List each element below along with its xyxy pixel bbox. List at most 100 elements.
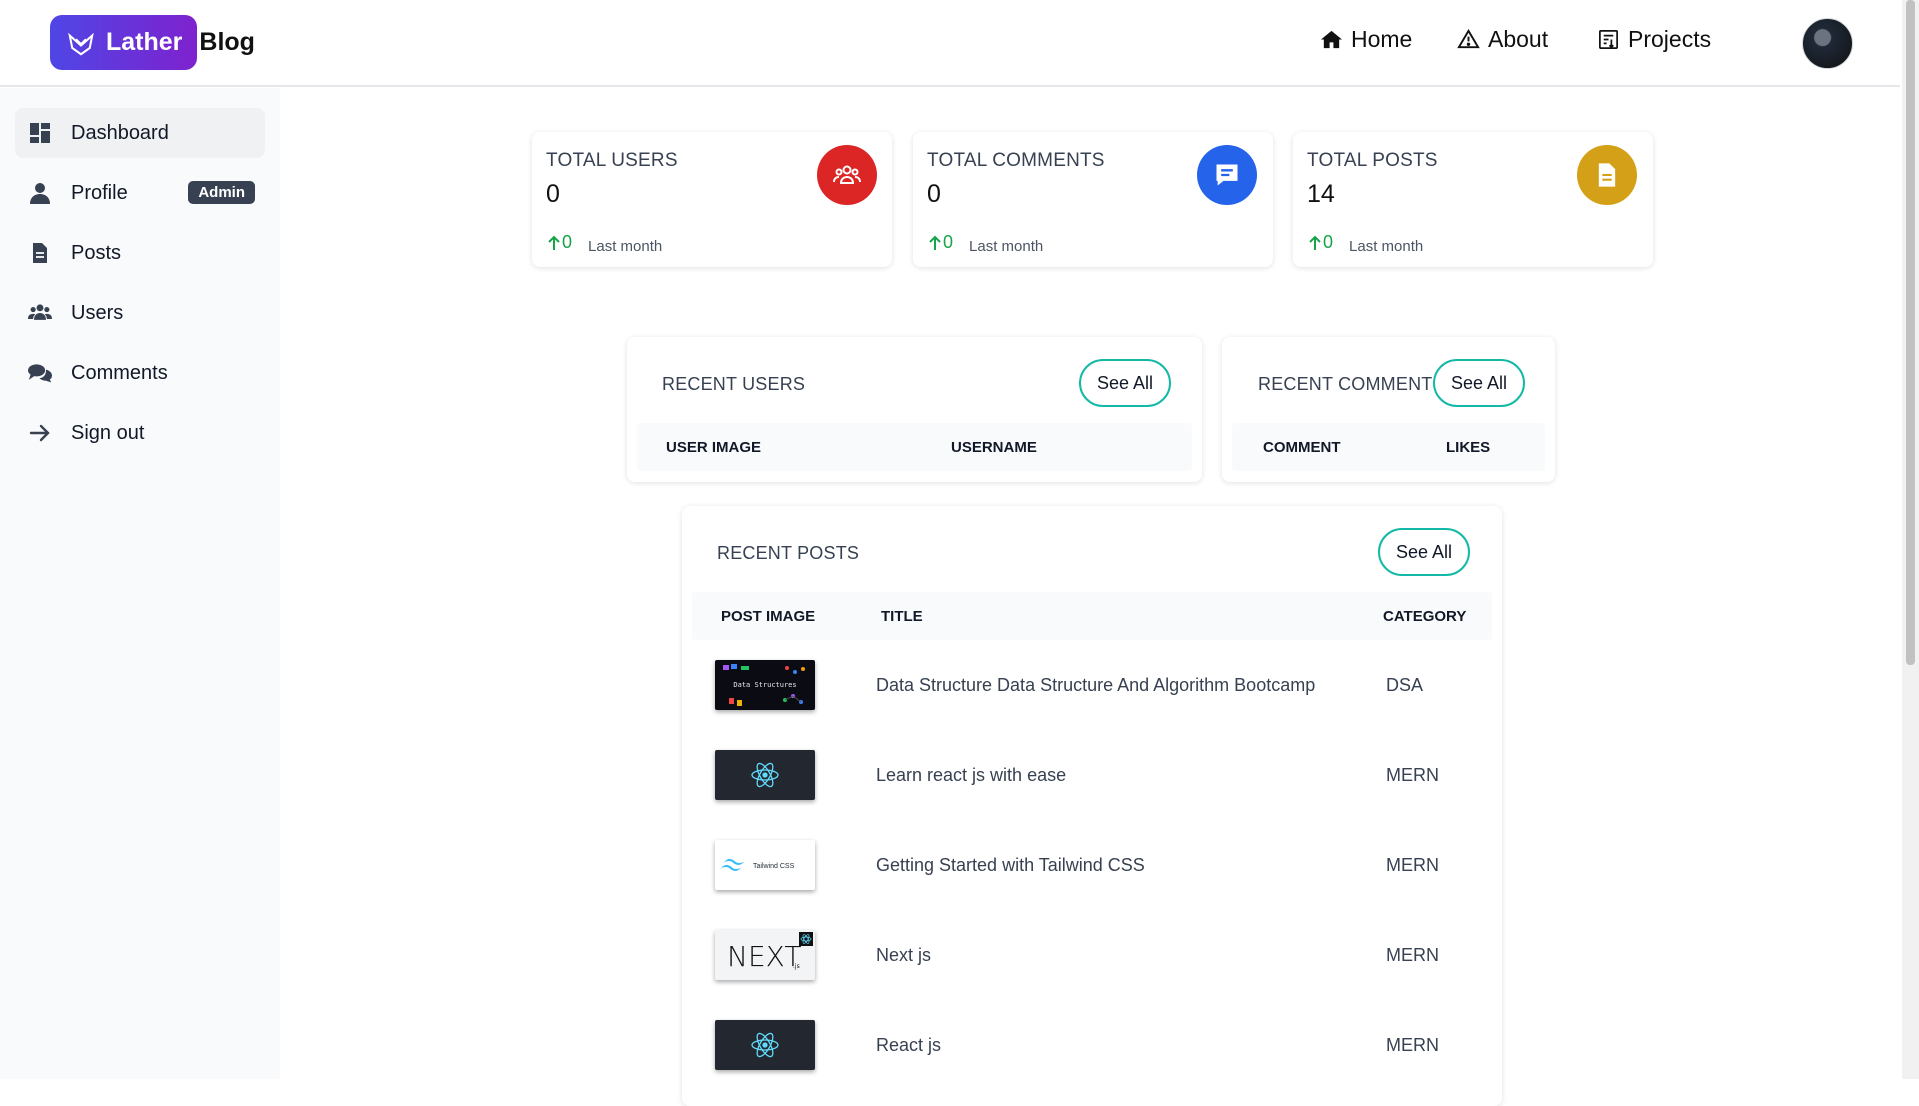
brand-name: Lather <box>106 28 183 56</box>
column-header: CATEGORY <box>1383 608 1467 625</box>
sidebar-item-label: Posts <box>71 241 122 264</box>
sidebar-item-profile[interactable]: Profile Admin <box>15 168 265 218</box>
sidebar-item-comments[interactable]: Comments <box>15 348 265 398</box>
post-title[interactable]: Next js <box>876 945 931 966</box>
user-avatar[interactable] <box>1802 18 1853 69</box>
post-title[interactable]: Learn react js with ease <box>876 765 1066 786</box>
column-header: USERNAME <box>951 439 1037 456</box>
post-category: MERN <box>1386 1035 1439 1055</box>
thumb-subtext: .js <box>793 963 800 970</box>
column-header: POST IMAGE <box>721 608 816 625</box>
post-category: MERN <box>1386 855 1439 875</box>
recent-comments-title: RECENT COMMENTS <box>1258 374 1445 394</box>
stat-card-posts: TOTAL POSTS 14 0 Last month <box>1293 132 1653 267</box>
column-header: USER IMAGE <box>666 439 762 456</box>
stat-period: Last month <box>588 237 663 255</box>
thumb-text: Data Structures <box>733 681 796 689</box>
recent-posts-see-all-button[interactable]: See All <box>1378 528 1471 576</box>
stat-change-value: 0 <box>1323 232 1334 252</box>
nav-projects[interactable]: Projects <box>1597 26 1711 53</box>
users-group-icon <box>817 145 877 205</box>
home-icon <box>1320 30 1343 49</box>
post-title[interactable]: Getting Started with Tailwind CSS <box>876 855 1145 876</box>
stat-footer: 0 Last month <box>548 232 662 255</box>
column-header: COMMENT <box>1263 439 1341 456</box>
brand-suffix: Blog <box>199 28 255 56</box>
react-logo-icon <box>751 1032 779 1058</box>
comment-icon <box>1197 145 1257 205</box>
table-row[interactable]: Learn react js with ease MERN <box>682 730 1502 820</box>
stat-card-users: TOTAL USERS 0 0 Last month <box>532 132 892 267</box>
stat-card-comments: TOTAL COMMENTS 0 0 Last month <box>913 132 1273 267</box>
stat-change: 0 <box>548 232 572 253</box>
stat-title: TOTAL USERS <box>546 150 678 171</box>
recent-posts-panel: RECENT POSTS See All POST IMAGE TITLE CA… <box>682 506 1502 1106</box>
post-thumbnail[interactable]: Data Structures <box>715 660 815 710</box>
sidebar-item-dashboard[interactable]: Dashboard <box>15 108 265 158</box>
table-row[interactable]: Tailwind CSS Getting Started with Tailwi… <box>682 820 1502 910</box>
document-icon <box>27 240 53 266</box>
sidebar-item-posts[interactable]: Posts <box>15 228 265 278</box>
sidebar: Dashboard Profile Admin Posts Users Comm… <box>0 88 280 1079</box>
thumb-text: NEXT <box>727 940 801 973</box>
arrow-up-icon <box>929 235 941 250</box>
sidebar-item-label: Profile <box>71 181 128 204</box>
recent-users-panel: RECENT USERS See All USER IMAGE USERNAME <box>627 337 1202 482</box>
brand-mark-icon <box>68 32 94 55</box>
post-thumbnail[interactable]: Tailwind CSS <box>715 840 815 890</box>
post-title[interactable]: Data Structure Data Structure And Algori… <box>876 675 1315 696</box>
table-row[interactable]: React js MERN <box>682 1000 1502 1090</box>
stat-period: Last month <box>969 237 1044 255</box>
recent-comments-see-all-button[interactable]: See All <box>1433 359 1526 407</box>
post-thumbnail[interactable] <box>715 750 815 800</box>
sidebar-item-label: Sign out <box>71 421 145 444</box>
stat-footer: 0 Last month <box>929 232 1043 255</box>
arrow-right-icon <box>27 420 53 446</box>
stat-title: TOTAL POSTS <box>1307 150 1438 171</box>
nav-about-label: About <box>1488 26 1549 52</box>
post-title[interactable]: React js <box>876 1035 941 1056</box>
column-header: TITLE <box>881 608 923 625</box>
stat-change: 0 <box>929 232 953 253</box>
document-icon <box>1577 145 1637 205</box>
nav-home-label: Home <box>1351 26 1413 52</box>
comments-icon <box>27 360 53 386</box>
warning-triangle-icon <box>1457 28 1480 49</box>
recent-posts-title: RECENT POSTS <box>717 543 860 563</box>
stat-period: Last month <box>1349 237 1424 255</box>
post-thumbnail[interactable]: NEXT .js <box>715 930 815 980</box>
stat-change: 0 <box>1309 232 1333 253</box>
stat-footer: 0 Last month <box>1309 232 1423 255</box>
thumb-text: Tailwind CSS <box>753 863 795 870</box>
stat-change-value: 0 <box>943 232 954 252</box>
sidebar-item-label: Users <box>71 301 124 324</box>
scrollbar-thumb[interactable] <box>1906 0 1915 665</box>
stat-value: 0 <box>927 180 941 208</box>
recent-users-see-all-button[interactable]: See All <box>1079 359 1172 407</box>
sidebar-item-users[interactable]: Users <box>15 288 265 338</box>
sidebar-item-signout[interactable]: Sign out <box>15 408 265 458</box>
admin-badge: Admin <box>188 181 255 204</box>
nav-projects-label: Projects <box>1628 26 1712 52</box>
nav-home[interactable]: Home <box>1320 26 1412 53</box>
recent-posts-table-header: POST IMAGE TITLE CATEGORY <box>692 592 1492 640</box>
sidebar-item-label: Dashboard <box>71 121 169 144</box>
user-icon <box>27 180 53 206</box>
react-logo-icon <box>751 762 779 788</box>
top-navbar: Lather Blog Home About Projects <box>0 0 1900 87</box>
post-category: MERN <box>1386 945 1439 965</box>
post-category: MERN <box>1386 765 1439 785</box>
column-header: LIKES <box>1446 439 1491 456</box>
users-icon <box>27 300 53 326</box>
table-row[interactable]: NEXT .js Next js MERN <box>682 910 1502 1000</box>
nav-about[interactable]: About <box>1457 26 1548 53</box>
data-structures-thumb-icon: Data Structures <box>723 664 805 706</box>
brand-logo[interactable]: Lather Blog <box>50 15 255 70</box>
brand-pill[interactable]: Lather <box>50 15 198 70</box>
projects-icon <box>1599 30 1618 49</box>
arrow-up-icon <box>1309 235 1321 250</box>
table-row[interactable]: Data Structures Data Structure Data Stru… <box>682 640 1502 730</box>
nextjs-logo-icon: NEXT .js <box>727 932 813 973</box>
post-thumbnail[interactable] <box>715 1020 815 1070</box>
arrow-up-icon <box>548 235 560 250</box>
